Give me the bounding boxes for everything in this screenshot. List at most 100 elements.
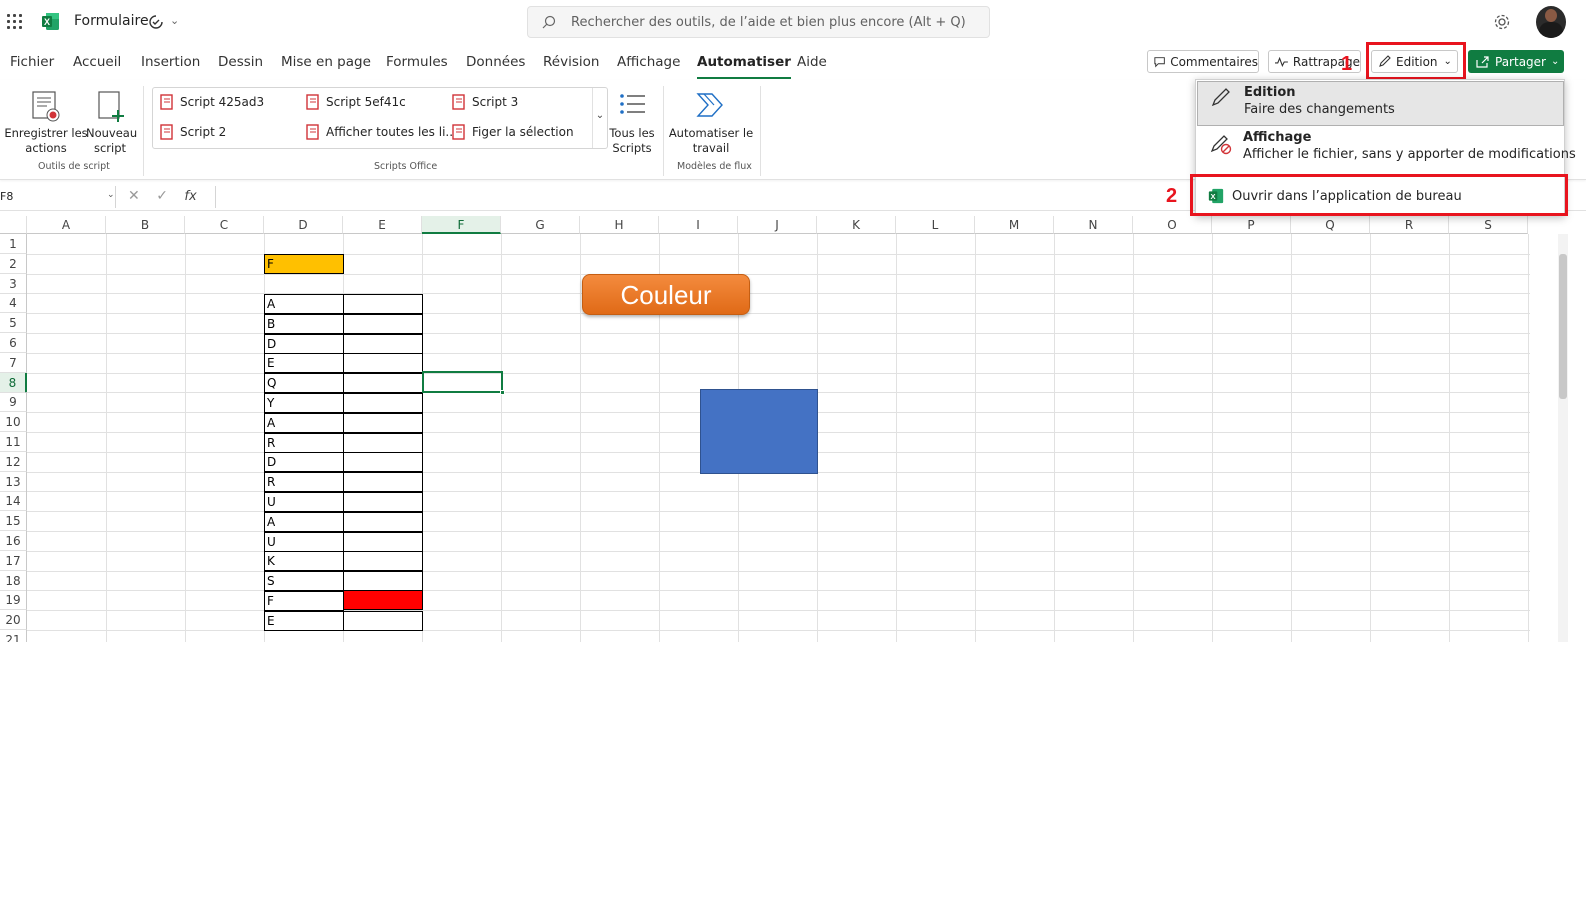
script-425ad3[interactable]: Script 425ad3 <box>160 94 264 110</box>
blue-rectangle-shape[interactable] <box>700 389 818 474</box>
script-show-all-rows[interactable]: Afficher toutes les li... <box>306 124 457 140</box>
record-actions-button[interactable]: Enregistrer les actions <box>4 90 88 156</box>
column-header-R[interactable]: R <box>1370 216 1449 234</box>
cell-D14[interactable]: U <box>264 492 344 512</box>
select-all-corner[interactable] <box>0 216 27 234</box>
row-header-5[interactable]: 5 <box>0 313 27 334</box>
column-header-H[interactable]: H <box>580 216 659 234</box>
column-header-F[interactable]: F <box>422 216 501 234</box>
selected-cell-F8[interactable] <box>422 371 503 393</box>
tab-aide[interactable]: Aide <box>797 54 827 70</box>
avatar[interactable] <box>1536 6 1566 38</box>
cell-E7[interactable] <box>343 353 423 374</box>
cell-D19[interactable]: F <box>264 591 344 611</box>
app-launcher-icon[interactable] <box>7 14 23 30</box>
tab-mise-en-page[interactable]: Mise en page <box>281 54 371 70</box>
couleur-shape-button[interactable]: Couleur <box>582 274 750 315</box>
column-header-S[interactable]: S <box>1449 216 1528 234</box>
tab-dessin[interactable]: Dessin <box>218 54 263 70</box>
row-header-6[interactable]: 6 <box>0 333 27 353</box>
row-header-12[interactable]: 12 <box>0 451 27 472</box>
row-header-2[interactable]: 2 <box>0 253 27 274</box>
row-header-8[interactable]: 8 <box>0 372 27 393</box>
row-header-7[interactable]: 7 <box>0 352 27 373</box>
column-header-P[interactable]: P <box>1212 216 1291 234</box>
row-header-14[interactable]: 14 <box>0 491 27 512</box>
chevron-down-icon[interactable]: ⌄ <box>170 14 182 28</box>
comments-button[interactable]: Commentaires <box>1147 50 1259 73</box>
cancel-icon[interactable]: ✕ <box>128 188 140 204</box>
tab-revision[interactable]: Révision <box>543 54 599 70</box>
menu-item-edition[interactable]: Edition Faire des changements <box>1197 81 1564 126</box>
cell-D7[interactable]: E <box>264 353 344 374</box>
cell-D5[interactable]: B <box>264 313 344 334</box>
cell-E18[interactable] <box>343 571 423 592</box>
cell-D16[interactable]: U <box>264 531 344 552</box>
confirm-icon[interactable]: ✓ <box>156 188 168 204</box>
column-header-I[interactable]: I <box>659 216 738 234</box>
tab-formules[interactable]: Formules <box>386 54 448 70</box>
cell-E9[interactable] <box>343 393 423 413</box>
column-header-G[interactable]: G <box>501 216 580 234</box>
all-scripts-button[interactable]: Tous les Scripts <box>606 90 658 156</box>
tab-fichier[interactable]: Fichier <box>10 54 54 70</box>
cell-D2[interactable]: F <box>264 254 344 274</box>
automate-work-button[interactable]: Automatiser le travail <box>668 90 754 156</box>
row-header-17[interactable]: 17 <box>0 550 27 571</box>
row-header-19[interactable]: 19 <box>0 590 27 611</box>
column-header-L[interactable]: L <box>896 216 975 234</box>
column-header-J[interactable]: J <box>738 216 817 234</box>
row-header-13[interactable]: 13 <box>0 471 27 492</box>
row-header-11[interactable]: 11 <box>0 432 27 452</box>
row-header-16[interactable]: 16 <box>0 531 27 551</box>
cell-E10[interactable] <box>343 412 423 433</box>
cell-E13[interactable] <box>343 472 423 493</box>
column-header-M[interactable]: M <box>975 216 1054 234</box>
cell-E14[interactable] <box>343 492 423 512</box>
cell-D13[interactable]: R <box>264 472 344 493</box>
gear-icon[interactable] <box>1493 13 1511 31</box>
column-header-K[interactable]: K <box>817 216 896 234</box>
cell-D6[interactable]: D <box>264 333 344 354</box>
row-header-21[interactable]: 21 <box>0 630 27 642</box>
cell-D9[interactable]: Y <box>264 393 344 413</box>
script-3[interactable]: Script 3 <box>452 94 518 110</box>
script-freeze-selection[interactable]: Figer la sélection <box>452 124 574 140</box>
fill-handle[interactable] <box>500 390 505 395</box>
chevron-down-icon[interactable]: ⌄ <box>107 190 115 200</box>
search-box[interactable]: Rechercher des outils, de l’aide et bien… <box>527 6 990 38</box>
row-header-9[interactable]: 9 <box>0 392 27 413</box>
vertical-scrollbar[interactable] <box>1558 234 1568 642</box>
gallery-expand-button[interactable]: ⌄ <box>592 88 607 148</box>
cell-D17[interactable]: K <box>264 551 344 572</box>
script-2[interactable]: Script 2 <box>160 124 226 140</box>
row-header-18[interactable]: 18 <box>0 570 27 591</box>
row-header-15[interactable]: 15 <box>0 511 27 532</box>
cell-E12[interactable] <box>343 452 423 473</box>
tab-accueil[interactable]: Accueil <box>73 54 121 70</box>
cell-D4[interactable]: A <box>264 294 344 314</box>
column-header-E[interactable]: E <box>343 216 422 234</box>
cell-E16[interactable] <box>343 531 423 552</box>
cell-E11[interactable] <box>343 432 423 453</box>
row-header-3[interactable]: 3 <box>0 273 27 294</box>
cell-E8[interactable] <box>343 373 423 394</box>
name-box[interactable]: F8 ⌄ <box>0 186 116 208</box>
tab-donnees[interactable]: Données <box>466 54 525 70</box>
script-5ef41c[interactable]: Script 5ef41c <box>306 94 406 110</box>
column-header-D[interactable]: D <box>264 216 343 234</box>
row-header-1[interactable]: 1 <box>0 234 27 254</box>
cell-E15[interactable] <box>343 511 423 532</box>
cell-D8[interactable]: Q <box>264 373 344 394</box>
cloud-saved-icon[interactable] <box>148 14 164 30</box>
cell-E17[interactable] <box>343 551 423 572</box>
cell-D12[interactable]: D <box>264 452 344 473</box>
cell-D20[interactable]: E <box>264 610 344 631</box>
cell-E20[interactable] <box>343 610 423 631</box>
tab-affichage[interactable]: Affichage <box>617 54 680 70</box>
cell-D15[interactable]: A <box>264 511 344 532</box>
scrollbar-thumb[interactable] <box>1559 254 1567 399</box>
cell-D18[interactable]: S <box>264 571 344 592</box>
fx-icon[interactable]: fx <box>184 189 196 204</box>
cell-D10[interactable]: A <box>264 412 344 433</box>
